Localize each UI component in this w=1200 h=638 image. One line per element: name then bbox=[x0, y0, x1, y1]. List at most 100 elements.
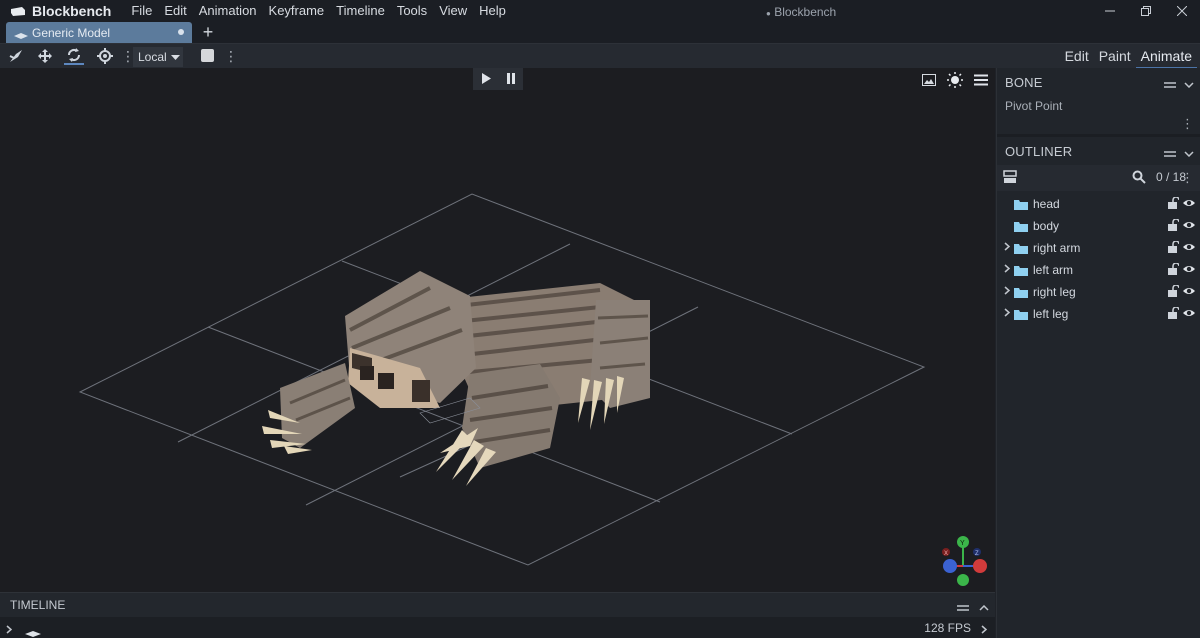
chevron-down-icon[interactable] bbox=[1184, 145, 1194, 160]
sun-icon[interactable] bbox=[947, 72, 963, 88]
eye-icon[interactable] bbox=[1182, 197, 1196, 212]
play-icon[interactable] bbox=[481, 72, 491, 87]
outliner-item-left-arm[interactable]: left arm bbox=[997, 259, 1200, 281]
search-icon[interactable] bbox=[1132, 170, 1146, 187]
outliner-title: OUTLINER bbox=[1005, 143, 1073, 159]
timeline-bar[interactable]: 128 FPS bbox=[0, 617, 995, 638]
unlock-icon[interactable] bbox=[1167, 284, 1180, 300]
outliner-item-label: right leg bbox=[1033, 285, 1076, 299]
outliner-item-head[interactable]: head bbox=[997, 193, 1200, 215]
viewport-controls bbox=[921, 72, 989, 88]
outliner-item-left-leg[interactable]: left leg bbox=[997, 303, 1200, 325]
bone-panel-title: BONE bbox=[1005, 74, 1043, 90]
sloth-model bbox=[262, 271, 650, 486]
blockbench-logo-icon bbox=[10, 6, 26, 17]
pivot-target-icon[interactable] bbox=[95, 47, 115, 65]
mode-paint[interactable]: Paint bbox=[1094, 44, 1136, 69]
eye-icon[interactable] bbox=[1182, 263, 1196, 278]
app-name: Blockbench bbox=[32, 3, 112, 19]
unlock-icon[interactable] bbox=[1167, 306, 1180, 322]
timeline-title: TIMELINE bbox=[10, 598, 66, 612]
vertex-snap-icon[interactable] bbox=[6, 47, 26, 65]
menu-timeline[interactable]: Timeline bbox=[330, 0, 391, 22]
toolbar-more-icon-2[interactable]: ⋮ bbox=[224, 48, 238, 64]
mode-edit[interactable]: Edit bbox=[1060, 44, 1094, 69]
new-tab-button[interactable]: + bbox=[199, 22, 217, 43]
transform-space-select[interactable]: Local bbox=[133, 47, 183, 67]
menu-help[interactable]: Help bbox=[473, 0, 512, 22]
close-icon[interactable] bbox=[1164, 0, 1200, 22]
outliner-toolbar: 0 / 18 ⋮ bbox=[997, 165, 1200, 191]
chevron-right-icon[interactable] bbox=[1000, 308, 1014, 320]
title-bar: Blockbench File Edit Animation Keyframe … bbox=[0, 0, 1200, 22]
scene-canvas[interactable]: Y X Z bbox=[0, 68, 995, 592]
eye-icon[interactable] bbox=[1182, 241, 1196, 256]
panel-collapse-icon[interactable] bbox=[1164, 76, 1176, 91]
pivot-point-label: Pivot Point bbox=[1005, 99, 1063, 113]
mode-animate[interactable]: Animate bbox=[1135, 44, 1197, 69]
gizmo-z-label: Z bbox=[975, 551, 979, 557]
unlock-icon[interactable] bbox=[1167, 240, 1180, 256]
bone-more-icon[interactable]: ⋮ bbox=[1181, 116, 1194, 132]
rotate-icon[interactable] bbox=[64, 47, 84, 65]
timeline-panel: TIMELINE 128 FPS bbox=[0, 592, 995, 638]
color-swatch[interactable] bbox=[201, 49, 214, 62]
panel-collapse-icon[interactable] bbox=[1164, 145, 1176, 160]
eye-icon[interactable] bbox=[1182, 307, 1196, 322]
gizmo-y-label: Y bbox=[960, 540, 965, 547]
image-icon[interactable] bbox=[921, 72, 937, 88]
menu-animation[interactable]: Animation bbox=[193, 0, 263, 22]
axis-gizmo: Y X Z bbox=[942, 536, 987, 586]
folder-icon bbox=[1014, 243, 1028, 254]
chevron-down-icon[interactable] bbox=[1184, 76, 1194, 91]
eye-icon[interactable] bbox=[1182, 219, 1196, 234]
folder-icon bbox=[1014, 265, 1028, 276]
outliner-item-label: head bbox=[1033, 197, 1060, 211]
menu-file[interactable]: File bbox=[125, 0, 158, 22]
menu-keyframe[interactable]: Keyframe bbox=[263, 0, 331, 22]
chevron-right-icon[interactable] bbox=[6, 622, 13, 637]
outliner-item-body[interactable]: body bbox=[997, 215, 1200, 237]
hamburger-icon[interactable] bbox=[973, 72, 989, 88]
outliner-item-right-leg[interactable]: right leg bbox=[997, 281, 1200, 303]
tab-unsaved-dot[interactable] bbox=[178, 29, 184, 35]
panel-collapse-icon[interactable] bbox=[957, 600, 969, 614]
playback-bar bbox=[473, 68, 523, 90]
outliner-item-label: left leg bbox=[1033, 307, 1069, 321]
chevron-right-icon[interactable] bbox=[1000, 264, 1014, 276]
add-group-icon[interactable] bbox=[1003, 170, 1017, 187]
tab-bar: Generic Model + bbox=[0, 22, 1200, 43]
unlock-icon[interactable] bbox=[1167, 262, 1180, 278]
chevron-right-icon[interactable] bbox=[1000, 242, 1014, 254]
chevron-right-icon[interactable] bbox=[981, 622, 988, 637]
app-logo: Blockbench bbox=[0, 3, 111, 19]
outliner-more-icon[interactable]: ⋮ bbox=[1181, 170, 1194, 186]
viewport-3d[interactable]: Y X Z bbox=[0, 68, 995, 592]
unlock-icon[interactable] bbox=[1167, 196, 1180, 212]
playhead-icon[interactable] bbox=[25, 625, 41, 638]
chevron-right-icon[interactable] bbox=[1000, 286, 1014, 298]
outliner-item-right-arm[interactable]: right arm bbox=[997, 237, 1200, 259]
pause-icon[interactable] bbox=[506, 72, 516, 87]
gizmo-x-label: X bbox=[944, 551, 948, 557]
bone-panel: BONE Pivot Point ⋮ bbox=[997, 68, 1200, 137]
chevron-up-icon[interactable] bbox=[979, 600, 989, 614]
fps-value[interactable]: 128 FPS bbox=[924, 621, 971, 635]
outliner-item-label: body bbox=[1033, 219, 1060, 233]
eye-icon[interactable] bbox=[1182, 285, 1196, 300]
tab-generic-model[interactable]: Generic Model bbox=[6, 22, 192, 43]
folder-icon bbox=[1014, 287, 1028, 298]
menu-edit[interactable]: Edit bbox=[158, 0, 192, 22]
folder-icon bbox=[1014, 309, 1028, 320]
unlock-icon[interactable] bbox=[1167, 218, 1180, 234]
minimize-icon[interactable] bbox=[1092, 0, 1128, 22]
window-controls bbox=[1092, 0, 1200, 22]
folder-icon bbox=[1014, 221, 1028, 232]
restore-icon[interactable] bbox=[1128, 0, 1164, 22]
outliner-item-label: left arm bbox=[1033, 263, 1074, 277]
menu-view[interactable]: View bbox=[433, 0, 473, 22]
tab-label: Generic Model bbox=[32, 25, 111, 40]
menu-tools[interactable]: Tools bbox=[391, 0, 433, 22]
move-arrows-icon[interactable] bbox=[35, 47, 55, 65]
side-panel: BONE Pivot Point ⋮ OUTLINER 0 / 18 ⋮ hea… bbox=[996, 68, 1200, 638]
